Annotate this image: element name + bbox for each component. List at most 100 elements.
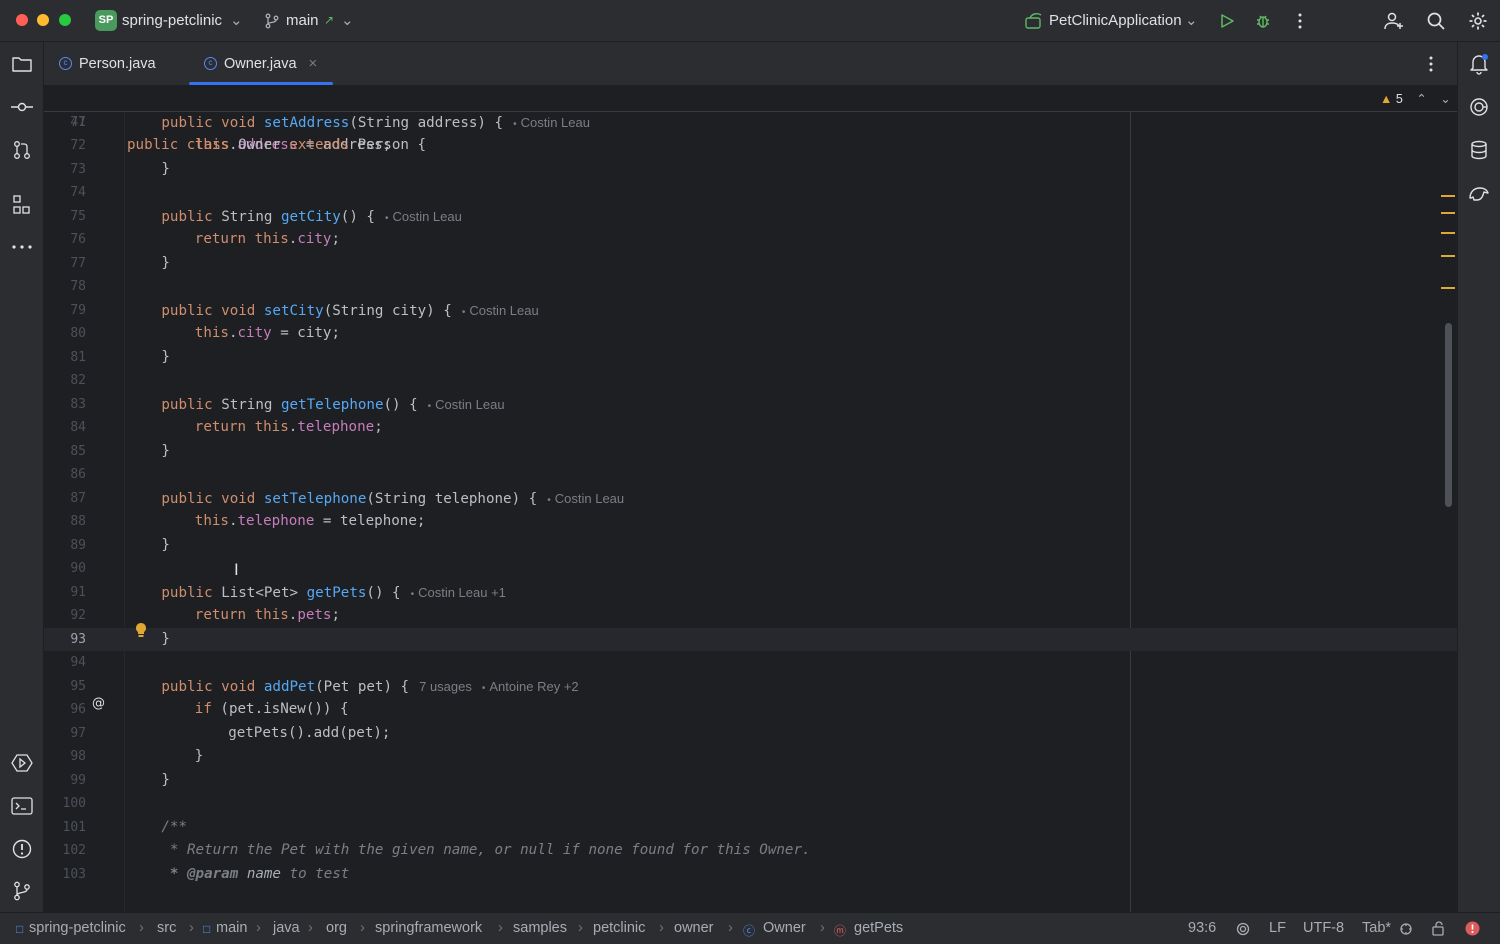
- line-number[interactable]: 86: [44, 463, 86, 487]
- tab-owner-java[interactable]: c Owner.java ×: [204, 42, 317, 85]
- line-number[interactable]: 89: [44, 534, 86, 558]
- more-tools-icon[interactable]: [10, 235, 34, 259]
- error-indicator-icon[interactable]: [1465, 921, 1480, 940]
- warning-marker[interactable]: [1441, 195, 1455, 197]
- code-line[interactable]: 100: [44, 792, 1457, 816]
- code-line[interactable]: 75 public String getCity() {• Costin Leau: [44, 205, 1457, 229]
- notifications-bell-icon[interactable]: [1467, 52, 1491, 76]
- read-only-lock-icon[interactable]: [1432, 921, 1446, 940]
- line-number[interactable]: 87: [44, 487, 86, 511]
- code-line[interactable]: 89}: [44, 534, 1457, 558]
- breadcrumb-item[interactable]: main: [216, 920, 247, 936]
- code-line[interactable]: 85}: [44, 440, 1457, 464]
- structure-icon[interactable]: [10, 193, 34, 217]
- line-number[interactable]: 79: [44, 299, 86, 323]
- breadcrumb-item[interactable]: org: [326, 920, 347, 936]
- warning-marker[interactable]: [1441, 255, 1455, 257]
- code-line[interactable]: 98}: [44, 745, 1457, 769]
- author-hint[interactable]: • Costin Leau: [385, 209, 462, 224]
- project-name[interactable]: spring-petclinic: [122, 12, 222, 29]
- line-number[interactable]: 81: [44, 346, 86, 370]
- line-number[interactable]: 77: [44, 252, 86, 276]
- warning-marker[interactable]: [1441, 287, 1455, 289]
- debug-icon[interactable]: [1251, 9, 1275, 33]
- sticky-scroll-header[interactable]: 47 public class Owner extends Person { ▲…: [44, 86, 1457, 153]
- line-number[interactable]: 74: [44, 181, 86, 205]
- author-hint[interactable]: • Costin Leau: [462, 303, 539, 318]
- prev-highlight-icon[interactable]: ⌃: [1416, 92, 1426, 106]
- line-number[interactable]: 95: [44, 675, 86, 699]
- file-encoding[interactable]: UTF-8: [1303, 920, 1344, 936]
- breadcrumb-item[interactable]: petclinic: [593, 920, 645, 936]
- code-line[interactable]: 74: [44, 181, 1457, 205]
- maximize-window-button[interactable]: [59, 14, 71, 26]
- line-number[interactable]: 84: [44, 416, 86, 440]
- inspection-warnings[interactable]: ▲ 5 ⌃ ⌄: [1380, 91, 1451, 106]
- line-number[interactable]: 91: [44, 581, 86, 605]
- line-number[interactable]: 102: [44, 839, 86, 863]
- next-highlight-icon[interactable]: ⌄: [1440, 92, 1450, 106]
- breadcrumb-item[interactable]: getPets: [854, 920, 903, 936]
- project-folder-icon[interactable]: [10, 52, 34, 76]
- code-line[interactable]: 82: [44, 369, 1457, 393]
- author-hint[interactable]: • Costin Leau: [547, 491, 624, 506]
- code-line[interactable]: 91 public List<Pet> getPets() {• Costin Le…: [44, 581, 1457, 605]
- line-number[interactable]: 93: [44, 628, 86, 652]
- line-number[interactable]: 90: [44, 557, 86, 581]
- line-number[interactable]: 80: [44, 322, 86, 346]
- add-user-icon[interactable]: [1382, 9, 1406, 33]
- breadcrumb-item[interactable]: Owner: [763, 920, 806, 936]
- author-hint[interactable]: • Antoine Rey +2: [482, 679, 579, 694]
- breadcrumb-item[interactable]: spring-petclinic: [29, 920, 126, 936]
- code-line[interactable]: 95 public void addPet(Pet pet) {7 usages •…: [44, 675, 1457, 699]
- search-icon[interactable]: [1424, 9, 1448, 33]
- code-line[interactable]: 83 public String getTelephone() {• Costin …: [44, 393, 1457, 417]
- ai-status-icon[interactable]: [1236, 922, 1250, 940]
- branch-name[interactable]: main: [286, 12, 319, 29]
- commit-icon[interactable]: [10, 95, 34, 119]
- override-at-icon[interactable]: @: [92, 696, 108, 712]
- run-config-chevron-icon[interactable]: ⌄: [1185, 11, 1198, 29]
- code-line[interactable]: 99}: [44, 769, 1457, 793]
- usages-hint[interactable]: 7 usages: [419, 679, 472, 694]
- warning-marker[interactable]: [1441, 212, 1455, 214]
- pull-requests-icon[interactable]: [10, 138, 34, 162]
- line-number[interactable]: 85: [44, 440, 86, 464]
- line-number[interactable]: 101: [44, 816, 86, 840]
- chevron-down-icon[interactable]: ⌄: [230, 11, 243, 29]
- code-line[interactable]: 84 return this.telephone;: [44, 416, 1457, 440]
- code-line[interactable]: 71 public void setAddress(String address)…: [44, 111, 1457, 135]
- git-icon[interactable]: [10, 879, 34, 903]
- code-line[interactable]: 79 public void setCity(String city) {• Cos…: [44, 299, 1457, 323]
- author-hint[interactable]: • Costin Leau: [428, 397, 505, 412]
- code-line[interactable]: 80 this.city = city;: [44, 322, 1457, 346]
- code-line[interactable]: 81}: [44, 346, 1457, 370]
- run-icon[interactable]: [1215, 9, 1239, 33]
- run-config-name[interactable]: PetClinicApplication: [1049, 12, 1182, 29]
- code-line[interactable]: 77}: [44, 252, 1457, 276]
- tab-options-icon[interactable]: [1429, 42, 1433, 85]
- line-number[interactable]: 78: [44, 275, 86, 299]
- line-number[interactable]: 97: [44, 722, 86, 746]
- close-tab-icon[interactable]: ×: [309, 55, 318, 72]
- line-number[interactable]: 92: [44, 604, 86, 628]
- line-number[interactable]: 83: [44, 393, 86, 417]
- code-line[interactable]: 90: [44, 557, 1457, 581]
- breadcrumb-item[interactable]: java: [273, 920, 300, 936]
- line-number[interactable]: 100: [44, 792, 86, 816]
- code-line[interactable]: 73}: [44, 158, 1457, 182]
- breadcrumb-item[interactable]: samples: [513, 920, 567, 936]
- gradle-elephant-icon[interactable]: [1467, 181, 1491, 205]
- settings-gear-icon[interactable]: [1466, 9, 1490, 33]
- line-number[interactable]: 88: [44, 510, 86, 534]
- code-line[interactable]: 101 /**: [44, 816, 1457, 840]
- code-line[interactable]: 93}: [44, 627, 1457, 652]
- code-editor[interactable]: 47 public class Owner extends Person { ▲…: [44, 86, 1457, 912]
- line-number[interactable]: 75: [44, 205, 86, 229]
- code-line[interactable]: 96 if (pet.isNew()) {: [44, 698, 1457, 722]
- code-style-icon[interactable]: [1399, 922, 1413, 940]
- database-icon[interactable]: [1467, 138, 1491, 162]
- line-number[interactable]: 96: [44, 698, 86, 722]
- vertical-scrollbar[interactable]: [1445, 323, 1452, 507]
- code-line[interactable]: 76 return this.city;: [44, 228, 1457, 252]
